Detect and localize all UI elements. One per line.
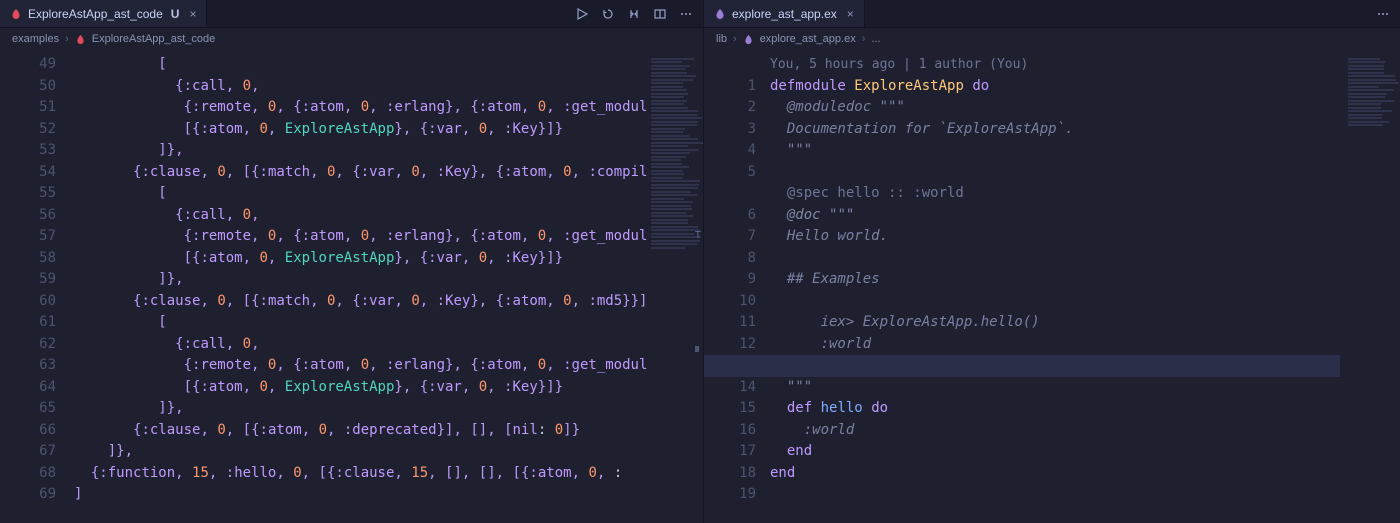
code-line[interactable]: ## Examples	[770, 269, 1344, 291]
code-line[interactable]: ]	[74, 484, 647, 506]
code-line[interactable]: def hello do	[770, 398, 1344, 420]
code-line[interactable]: ]},	[74, 140, 647, 162]
code-line[interactable]: {:call, 0,	[74, 334, 647, 356]
code-line[interactable]	[770, 248, 1344, 270]
code-line[interactable]: [	[74, 183, 647, 205]
code-line[interactable]	[770, 291, 1344, 313]
editor-pane-right: explore_ast_app.ex × lib › explore_ast_a…	[704, 0, 1400, 523]
breadcrumb-seg: explore_ast_app.ex	[760, 33, 856, 45]
gutter-left: 4950515253545556575859606162636465666768…	[0, 50, 74, 523]
editor-actions-right	[1366, 7, 1400, 21]
elixir-file-icon	[10, 8, 22, 20]
close-icon[interactable]: ×	[189, 7, 196, 21]
code-line[interactable]: """	[770, 140, 1344, 162]
inline-hint: @spec hello :: :world	[770, 183, 1344, 205]
code-left[interactable]: [ {:call, 0, {:remote, 0, {:atom, 0, :er…	[74, 50, 647, 523]
code-line[interactable]: {:clause, 0, [{:match, 0, {:var, 0, :Key…	[74, 162, 647, 184]
tab-title: ExploreAstApp_ast_code	[28, 7, 163, 21]
editor-actions-left	[565, 7, 703, 21]
minimap-left[interactable]	[647, 50, 703, 523]
code-line[interactable]: [	[74, 54, 647, 76]
code-line[interactable]: [{:atom, 0, ExploreAstApp}, {:var, 0, :K…	[74, 377, 647, 399]
tab-title: explore_ast_app.ex	[732, 7, 837, 21]
code-line[interactable]: :world	[770, 334, 1344, 356]
compare-icon[interactable]	[627, 7, 641, 21]
gutter-right: 12345 678910111213141516171819	[704, 50, 770, 523]
code-line[interactable]: {:clause, 0, [{:atom, 0, :deprecated}], …	[74, 420, 647, 442]
code-line[interactable]: Documentation for `ExploreAstApp`.	[770, 119, 1344, 141]
code-line[interactable]: [	[74, 312, 647, 334]
code-line[interactable]: ]},	[74, 441, 647, 463]
more-icon[interactable]	[1376, 7, 1390, 21]
breadcrumb-right[interactable]: lib › explore_ast_app.ex › ...	[704, 28, 1400, 50]
breadcrumb-seg: ...	[871, 33, 880, 45]
editor-body-left[interactable]: 4950515253545556575859606162636465666768…	[0, 50, 703, 523]
tabbar-right: explore_ast_app.ex ×	[704, 0, 1400, 28]
code-line[interactable]: :world	[770, 420, 1344, 442]
code-line[interactable]: [{:atom, 0, ExploreAstApp}, {:var, 0, :K…	[74, 248, 647, 270]
current-line-highlight	[704, 355, 1340, 377]
code-line[interactable]: """	[770, 377, 1344, 399]
tab-ast-code[interactable]: ExploreAstApp_ast_code U ×	[0, 0, 207, 27]
elixir-file-icon	[743, 34, 754, 45]
code-line[interactable]: {:remote, 0, {:atom, 0, :erlang}, {:atom…	[74, 355, 647, 377]
split-icon[interactable]	[653, 7, 667, 21]
minimap-right[interactable]	[1344, 50, 1400, 523]
code-line[interactable]: iex> ExploreAstApp.hello()	[770, 312, 1344, 334]
breadcrumb-left[interactable]: examples › ExploreAstApp_ast_code	[0, 28, 703, 50]
code-line[interactable]: ]},	[74, 269, 647, 291]
elixir-file-icon	[714, 8, 726, 20]
code-line[interactable]: end	[770, 441, 1344, 463]
code-line[interactable]	[770, 484, 1344, 506]
code-line[interactable]: Hello world.	[770, 226, 1344, 248]
code-line[interactable]: @doc """	[770, 205, 1344, 227]
code-line[interactable]: ]},	[74, 398, 647, 420]
chevron-right-icon: ›	[65, 33, 69, 45]
chevron-right-icon: ›	[862, 33, 866, 45]
code-line[interactable]: {:remote, 0, {:atom, 0, :erlang}, {:atom…	[74, 226, 647, 248]
code-right[interactable]: You, 5 hours ago | 1 author (You)defmodu…	[770, 50, 1344, 523]
more-icon[interactable]	[679, 7, 693, 21]
chevron-right-icon: ›	[733, 33, 737, 45]
breadcrumb-seg: ExploreAstApp_ast_code	[92, 33, 216, 45]
code-line[interactable]: {:remote, 0, {:atom, 0, :erlang}, {:atom…	[74, 97, 647, 119]
git-blame-annotation: You, 5 hours ago | 1 author (You)	[770, 54, 1344, 76]
tab-explore-ast[interactable]: explore_ast_app.ex ×	[704, 0, 865, 27]
tabbar-left: ExploreAstApp_ast_code U ×	[0, 0, 703, 28]
code-line[interactable]: {:call, 0,	[74, 205, 647, 227]
code-line[interactable]: [{:atom, 0, ExploreAstApp}, {:var, 0, :K…	[74, 119, 647, 141]
elixir-file-icon	[75, 34, 86, 45]
code-line[interactable]: {:function, 15, :hello, 0, [{:clause, 15…	[74, 463, 647, 485]
code-line[interactable]: end	[770, 463, 1344, 485]
editor-pane-left: ExploreAstApp_ast_code U × examples › Ex…	[0, 0, 704, 523]
history-icon[interactable]	[601, 7, 615, 21]
code-line[interactable]: {:call, 0,	[74, 76, 647, 98]
breadcrumb-seg: lib	[716, 33, 727, 45]
breadcrumb-seg: examples	[12, 33, 59, 45]
editor-body-right[interactable]: 12345 678910111213141516171819 You, 5 ho…	[704, 50, 1400, 523]
run-icon[interactable]	[575, 7, 589, 21]
code-line[interactable]	[770, 162, 1344, 184]
code-line[interactable]: {:clause, 0, [{:match, 0, {:var, 0, :Key…	[74, 291, 647, 313]
code-line[interactable]: defmodule ExploreAstApp do	[770, 76, 1344, 98]
overview-marker	[695, 346, 699, 352]
code-line[interactable]: @moduledoc """	[770, 97, 1344, 119]
close-icon[interactable]: ×	[847, 7, 854, 21]
dirty-indicator: U	[171, 7, 180, 21]
overview-marker: T	[695, 230, 701, 241]
